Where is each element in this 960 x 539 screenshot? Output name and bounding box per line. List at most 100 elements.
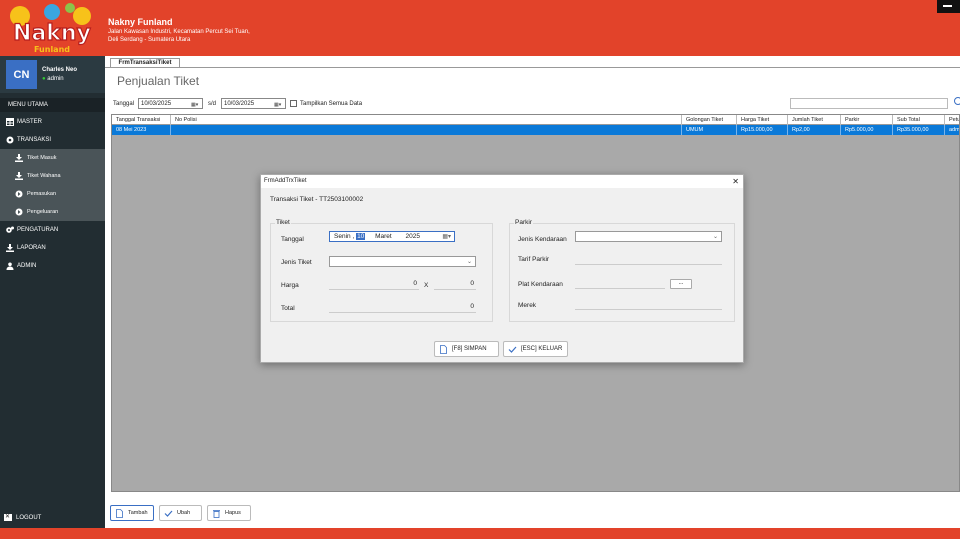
- circle-arrow-icon: [14, 208, 23, 217]
- column-header[interactable]: Sub Total: [893, 115, 945, 125]
- delete-button[interactable]: Hapus: [207, 505, 251, 521]
- sidebar-item-master[interactable]: MASTER: [0, 113, 105, 131]
- harga-field[interactable]: 0: [329, 279, 419, 290]
- parkir-group-title: Parkir: [514, 219, 533, 226]
- tanggal-year-segment[interactable]: 2025: [406, 233, 420, 240]
- app-footer: [0, 528, 960, 539]
- jenis-kendaraan-select[interactable]: ⌄: [575, 231, 722, 242]
- plat-kendaraan-field[interactable]: [575, 278, 665, 289]
- download-icon: [5, 243, 15, 253]
- column-header[interactable]: Parkir: [841, 115, 893, 125]
- harga-label: Harga: [281, 282, 299, 289]
- table-cell: 08 Mei 2023: [112, 125, 171, 135]
- tanggal-label: Tanggal: [281, 236, 304, 243]
- tarif-parkir-label: Tarif Parkir: [518, 256, 550, 263]
- date-to-picker[interactable]: 10/03/2025 ▦▾: [221, 98, 286, 109]
- plat-kendaraan-label: Plat Kendaraan: [518, 281, 563, 288]
- sidebar: CN Charles Neo ● admin MENU UTAMA MASTER…: [0, 56, 105, 528]
- total-label: Total: [281, 305, 295, 312]
- qty-field[interactable]: 0: [434, 279, 476, 290]
- page-title: Penjualan Tiket: [117, 74, 200, 88]
- app-header: Nakny Funland Nakny Funland Jalan Kawasa…: [0, 0, 960, 56]
- total-field: 0: [329, 302, 476, 313]
- download-icon: [14, 172, 23, 181]
- file-icon: [439, 344, 448, 354]
- sidebar-item-pengaturan[interactable]: PENGATURAN: [0, 221, 105, 239]
- jenis-tiket-select[interactable]: ⌄: [329, 256, 476, 267]
- table-cell: UMUM: [682, 125, 737, 135]
- download-icon: [14, 154, 23, 163]
- sidebar-item-tiket-wahana[interactable]: Tiket Wahana: [0, 167, 105, 185]
- logout-button[interactable]: LOGOUT: [4, 513, 41, 521]
- date-from-picker[interactable]: 10/03/2025 ▦▾: [138, 98, 203, 109]
- tiket-group-title: Tiket: [275, 219, 291, 226]
- sidebar-item-pengeluaran[interactable]: Pengeluaran: [0, 203, 105, 221]
- table-cell: [171, 125, 682, 135]
- tanggal-month-segment[interactable]: Maret: [375, 233, 392, 240]
- tab-divider: [105, 67, 960, 68]
- exit-button[interactable]: [ESC] KELUAR: [503, 341, 568, 357]
- sidebar-item-transaksi[interactable]: TRANSAKSI: [0, 131, 105, 149]
- minimize-icon: [943, 5, 952, 7]
- table-cell: Rp15.000,00: [737, 125, 788, 135]
- add-button[interactable]: Tambah: [110, 505, 154, 521]
- logout-icon: [4, 513, 12, 521]
- menu-header: MENU UTAMA: [0, 98, 105, 112]
- column-header[interactable]: Jumlah Tiket: [788, 115, 841, 125]
- merek-field[interactable]: [575, 299, 722, 310]
- table-cell: Rp5.000,00: [841, 125, 893, 135]
- dialog-heading: Transaksi Tiket - TT2503100002: [270, 196, 364, 203]
- users-icon: [5, 261, 15, 271]
- table-icon: [5, 117, 15, 127]
- jenis-tiket-label: Jenis Tiket: [281, 259, 312, 266]
- dialog-titlebar: FrmAddTrxTiket ✕: [261, 175, 743, 188]
- tanggal-date-segment[interactable]: 10: [356, 233, 366, 240]
- table-row[interactable]: 08 Mei 2023 UMUM Rp15.000,00 Rp2,00 Rp5.…: [112, 125, 959, 135]
- check-icon: [164, 509, 173, 518]
- sidebar-item-admin[interactable]: ADMIN: [0, 257, 105, 275]
- column-header[interactable]: Golongan Tiket: [682, 115, 737, 125]
- sidebar-item-pemasukan[interactable]: Pemasukan: [0, 185, 105, 203]
- save-button[interactable]: [F8] SIMPAN: [434, 341, 499, 357]
- tanggal-picker[interactable]: Senin , 10 Maret 2025 ▦▾: [329, 231, 455, 242]
- chevron-down-icon: ⌄: [466, 259, 472, 265]
- tarif-parkir-field[interactable]: [575, 254, 722, 265]
- user-panel: CN Charles Neo ● admin: [0, 56, 105, 93]
- search-icon[interactable]: [954, 97, 960, 105]
- close-icon[interactable]: ✕: [732, 175, 739, 188]
- brand-name: Nakny Funland: [108, 17, 173, 27]
- svg-text:Funland: Funland: [34, 45, 70, 54]
- transaksi-submenu: Tiket Masuk Tiket Wahana Pemasukan Penge…: [0, 149, 105, 221]
- x-label: X: [424, 282, 429, 289]
- table-cell: admin: [945, 125, 959, 135]
- sidebar-item-tiket-masuk[interactable]: Tiket Masuk: [0, 149, 105, 167]
- calendar-dropdown-icon[interactable]: ▦▾: [442, 232, 451, 242]
- gears-icon: [5, 225, 15, 235]
- show-all-label: Tampilkan Semua Data: [300, 101, 363, 107]
- sd-label: s/d: [208, 101, 217, 107]
- avatar: CN: [6, 60, 37, 89]
- chevron-down-icon: ⌄: [712, 234, 718, 240]
- brand-address: Jalan Kawasan Industri, Kecamatan Percut…: [108, 29, 250, 43]
- calendar-dropdown-icon: ▦▾: [274, 102, 282, 108]
- funland-logo: Nakny Funland: [10, 3, 92, 54]
- table-cell: Rp2,00: [788, 125, 841, 135]
- jenis-kendaraan-label: Jenis Kendaraan: [518, 236, 567, 243]
- column-header[interactable]: No Polisi: [171, 115, 682, 125]
- edit-button[interactable]: Ubah: [159, 505, 202, 521]
- column-header[interactable]: Tanggal Transaksi: [112, 115, 171, 125]
- column-header[interactable]: Harga Tiket: [737, 115, 788, 125]
- gear-icon: [5, 135, 15, 145]
- check-icon: [508, 345, 517, 354]
- trash-icon: [212, 509, 221, 518]
- grid-header: Tanggal Transaksi No Polisi Golongan Tik…: [112, 115, 959, 125]
- column-header[interactable]: Petug: [945, 115, 959, 125]
- add-transaction-dialog: FrmAddTrxTiket ✕ Transaksi Tiket - TT250…: [260, 174, 744, 363]
- plat-lookup-button[interactable]: ...: [670, 279, 692, 289]
- search-input[interactable]: [790, 98, 948, 109]
- minimize-button[interactable]: [937, 0, 960, 13]
- show-all-checkbox[interactable]: [290, 100, 297, 107]
- sidebar-item-laporan[interactable]: LAPORAN: [0, 239, 105, 257]
- file-icon: [115, 508, 124, 518]
- merek-label: Merek: [518, 302, 537, 309]
